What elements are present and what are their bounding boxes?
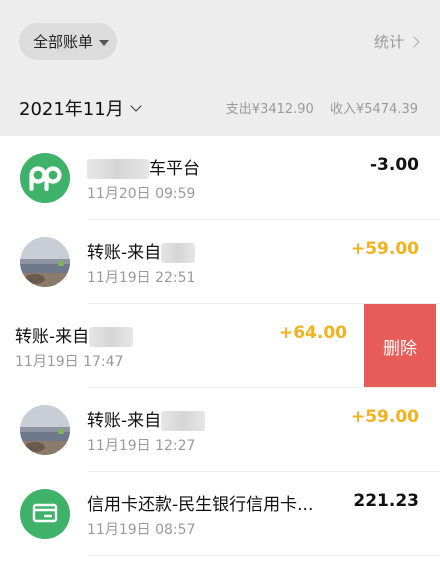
transaction-row[interactable]: 信用卡还款-民生银行信用卡... 11月19日 08:57 221.23: [0, 472, 440, 556]
bill-filter-dropdown[interactable]: 全部账单: [19, 23, 117, 60]
statistics-label: 统计: [373, 33, 404, 51]
transaction-row[interactable]: 转账-来自 11月19日 12:27 +59.00: [0, 388, 440, 472]
top-bar: 全部账单 统计: [0, 0, 440, 80]
transaction-title-text: 转账-来自: [15, 327, 90, 347]
transaction-amount: -3.00: [370, 155, 419, 175]
transaction-list: 车平台 11月20日 09:59 -3.00 转账-来自 11月19日 22:5…: [0, 136, 440, 561]
transaction-title-text: 车平台: [149, 159, 200, 179]
delete-button[interactable]: 删除: [364, 304, 436, 388]
month-header: 2021年11月 支出¥3412.90 收入¥5474.39: [0, 80, 440, 136]
chevron-right-icon: [408, 35, 420, 48]
transaction-time: 11月19日 22:51: [87, 270, 196, 286]
credit-card-icon: [20, 489, 70, 539]
transaction-time: 11月19日 17:47: [15, 354, 124, 370]
redacted-text: [87, 159, 149, 179]
transaction-title-text: 转账-来自: [87, 243, 162, 263]
bill-filter-label: 全部账单: [33, 33, 94, 51]
transaction-amount: +59.00: [350, 407, 419, 427]
month-label: 2021年11月: [19, 99, 124, 120]
month-selector[interactable]: 2021年11月: [19, 95, 142, 121]
landscape-avatar: [20, 237, 70, 287]
transaction-row[interactable]: 车平台 11月20日 09:59 -3.00: [0, 136, 440, 220]
redacted-text: [161, 411, 206, 431]
transaction-title: 信用卡还款-民生银行信用卡...: [87, 495, 314, 515]
redacted-text: [161, 243, 196, 263]
transaction-row[interactable]: 转账-来自 11月19日 22:51 +59.00: [0, 220, 440, 304]
transaction-time: 11月20日 09:59: [87, 186, 196, 202]
row-divider: [88, 555, 440, 556]
statistics-link[interactable]: 统计: [373, 31, 420, 52]
month-summary: 支出¥3412.90 收入¥5474.39: [214, 98, 418, 117]
month-expense: 支出¥3412.90: [225, 102, 314, 117]
pp-app-icon: [20, 153, 70, 203]
month-income: 收入¥5474.39: [329, 102, 418, 117]
redacted-text: [89, 327, 134, 347]
transaction-amount: +59.00: [350, 239, 419, 259]
transaction-row-swiped[interactable]: 转账-来自 11月19日 17:47 +64.00 删除: [0, 304, 440, 388]
transaction-title: 转账-来自: [15, 322, 134, 347]
transaction-title-text: 转账-来自: [87, 411, 162, 431]
transaction-amount: +64.00: [278, 323, 347, 343]
transaction-time: 11月19日 12:27: [87, 438, 196, 454]
transaction-title: 转账-来自: [87, 238, 196, 263]
transaction-title: 转账-来自: [87, 406, 206, 431]
chevron-down-icon: [130, 100, 142, 112]
transaction-title: 车平台: [87, 154, 200, 179]
transaction-amount: 221.23: [353, 491, 419, 511]
transaction-time: 11月19日 08:57: [87, 522, 196, 538]
caret-down-icon: [99, 39, 110, 46]
landscape-avatar: [20, 405, 70, 455]
